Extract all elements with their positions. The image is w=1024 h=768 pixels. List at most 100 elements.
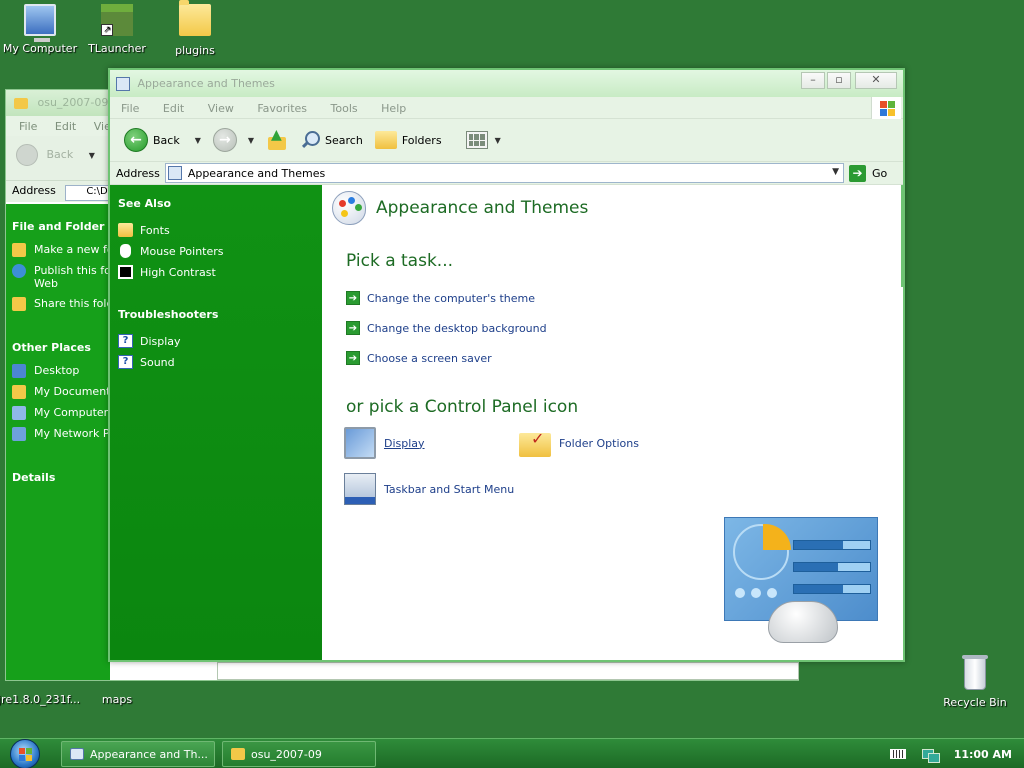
chevron-down-icon[interactable]: ▼ xyxy=(89,151,95,160)
cp-icon-display[interactable]: Display xyxy=(344,427,519,459)
menu-edit[interactable]: Edit xyxy=(55,120,76,133)
up-button[interactable] xyxy=(262,127,292,151)
chevron-down-icon[interactable]: ▼ xyxy=(248,136,254,145)
arrow-right-icon: ➔ xyxy=(346,291,360,305)
control-panel-icon xyxy=(70,748,84,760)
link-label: Sound xyxy=(140,355,175,369)
window-title: osu_2007-09 xyxy=(37,96,109,109)
clock[interactable]: 11:00 AM xyxy=(954,748,1012,761)
address-label: Address xyxy=(116,166,160,180)
link-label: Display xyxy=(140,334,181,348)
toolbar: ← Back ▼ → ▼ Search Folders ▼ xyxy=(110,119,903,161)
cp-icon-label: Folder Options xyxy=(559,436,639,450)
tlauncher-icon: ↗ xyxy=(101,4,133,36)
link-troubleshoot-sound[interactable]: ? Sound xyxy=(118,355,314,369)
recycle-bin-icon xyxy=(962,655,988,690)
task-make-folder[interactable]: Make a new fo xyxy=(12,243,110,257)
chevron-down-icon[interactable]: ▼ xyxy=(195,136,201,145)
cp-icon-taskbar[interactable]: Taskbar and Start Menu xyxy=(344,473,564,505)
network-icon xyxy=(12,427,26,441)
desktop-icon-tlauncher[interactable]: ↗ TLauncher xyxy=(77,4,157,55)
fonts-folder-icon xyxy=(118,223,133,237)
desktop-icon-jre[interactable]: jre1.8.0_231f... xyxy=(0,693,80,706)
cp-icon-folder-options[interactable]: Folder Options xyxy=(519,427,694,459)
views-button[interactable]: ▼ xyxy=(462,131,505,149)
menu-view[interactable]: View xyxy=(208,102,234,115)
chevron-down-icon[interactable]: ▼ xyxy=(832,167,839,177)
views-icon xyxy=(465,131,488,149)
titlebar[interactable]: Appearance and Themes – ▫ ✕ xyxy=(110,70,903,97)
desktop-icon-recycle-bin[interactable]: Recycle Bin xyxy=(935,655,1015,709)
start-button[interactable] xyxy=(10,738,40,768)
address-field[interactable]: Appearance and Themes ▼ xyxy=(164,163,844,183)
menu-file[interactable]: File xyxy=(121,102,139,115)
section-heading[interactable]: Details xyxy=(12,471,104,484)
taskbar-button-osu[interactable]: osu_2007-09 xyxy=(222,741,376,767)
link-label: High Contrast xyxy=(140,265,216,279)
task-share[interactable]: Share this fold xyxy=(12,297,110,311)
search-button[interactable]: Search xyxy=(296,130,367,150)
cp-icon-label: Taskbar and Start Menu xyxy=(384,482,515,496)
folder-icon xyxy=(14,97,28,109)
place-my-documents[interactable]: My Documents xyxy=(12,385,110,399)
control-panel-icon xyxy=(116,77,130,91)
close-button[interactable]: ✕ xyxy=(855,72,897,89)
place-desktop[interactable]: Desktop xyxy=(12,364,104,378)
globe-icon xyxy=(12,264,26,278)
forward-button[interactable]: → ▼ xyxy=(209,128,258,152)
link-label: Mouse Pointers xyxy=(140,244,224,258)
desktop-icon-maps[interactable]: maps xyxy=(77,693,157,706)
my-computer-icon xyxy=(24,4,56,42)
link-troubleshoot-display[interactable]: ? Display xyxy=(118,334,314,348)
search-label: Search xyxy=(325,133,363,147)
section-heading[interactable]: Other Places xyxy=(12,341,104,354)
menu-favorites[interactable]: Favorites xyxy=(257,102,307,115)
task-label: Share this fold xyxy=(34,297,110,310)
window-appearance-themes[interactable]: Appearance and Themes – ▫ ✕ File Edit Vi… xyxy=(108,68,905,662)
task-change-theme[interactable]: ➔ Change the computer's theme xyxy=(346,291,893,305)
desktop-icon-plugins[interactable]: plugins xyxy=(155,0,235,57)
task-change-background[interactable]: ➔ Change the desktop background xyxy=(346,321,893,335)
back-arrow-icon[interactable] xyxy=(16,144,38,166)
menu-edit[interactable]: Edit xyxy=(163,102,184,115)
link-label: Fonts xyxy=(140,223,170,237)
forward-arrow-icon: → xyxy=(212,128,237,152)
control-panel-icon xyxy=(167,166,182,180)
folders-label: Folders xyxy=(401,133,442,147)
minimize-button[interactable]: – xyxy=(801,72,825,89)
maximize-button[interactable]: ▫ xyxy=(827,72,851,89)
section-heading[interactable]: File and Folder Tas xyxy=(12,220,110,233)
network-icon[interactable] xyxy=(921,747,940,763)
address-label: Address xyxy=(12,184,56,197)
desktop-icon-label: TLauncher xyxy=(88,42,146,55)
task-publish[interactable]: Publish this fo Web xyxy=(12,264,110,290)
go-label: Go xyxy=(872,166,888,180)
folders-button[interactable]: Folders xyxy=(371,131,446,149)
menu-help[interactable]: Help xyxy=(381,102,406,115)
back-button-label[interactable]: Back xyxy=(47,148,74,161)
desktop-icon-my-computer[interactable]: My Computer xyxy=(0,4,80,55)
link-fonts[interactable]: Fonts xyxy=(118,223,314,237)
system-tray: 11:00 AM xyxy=(889,739,1024,768)
folder-icon xyxy=(179,0,211,36)
folder-up-icon xyxy=(266,127,288,151)
back-button[interactable]: ← Back ▼ xyxy=(120,128,205,152)
place-label: My Computer xyxy=(34,406,109,419)
go-button[interactable]: ➔ Go xyxy=(849,164,897,182)
computer-icon xyxy=(12,406,26,420)
folder-options-icon xyxy=(519,429,551,457)
keyboard-icon[interactable] xyxy=(889,749,906,759)
address-bar: Address Appearance and Themes ▼ ➔ Go xyxy=(110,161,903,185)
task-label: Make a new fo xyxy=(34,243,110,256)
taskbar-button-appearance[interactable]: Appearance and Th... xyxy=(61,741,215,767)
menu-tools[interactable]: Tools xyxy=(331,102,358,115)
folder-icon xyxy=(231,748,245,760)
link-high-contrast[interactable]: High Contrast xyxy=(118,265,314,279)
link-mouse-pointers[interactable]: Mouse Pointers xyxy=(118,244,314,258)
menu-file[interactable]: File xyxy=(19,120,37,133)
place-my-network[interactable]: My Network Pl xyxy=(12,427,110,441)
place-my-computer[interactable]: My Computer xyxy=(12,406,108,420)
palette-icon xyxy=(332,191,366,225)
task-screen-saver[interactable]: ➔ Choose a screen saver xyxy=(346,351,893,365)
place-label: Desktop xyxy=(34,364,80,377)
